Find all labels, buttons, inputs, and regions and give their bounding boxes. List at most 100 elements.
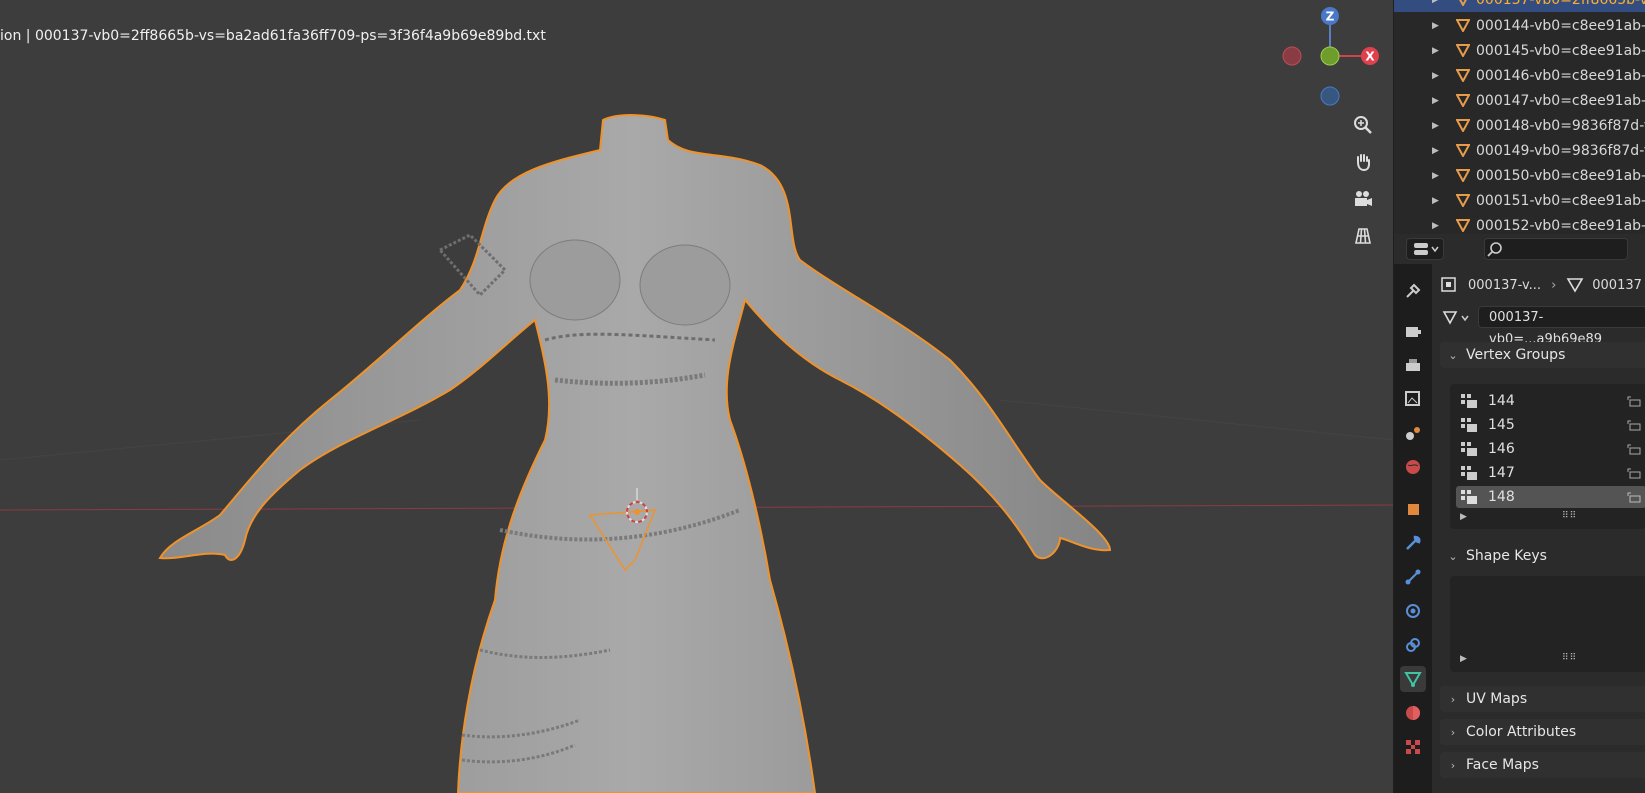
color-attributes-panel-header[interactable]: › Color Attributes <box>1440 719 1645 745</box>
properties-search-input[interactable] <box>1484 238 1628 260</box>
vertex-group-label: 147 <box>1488 465 1515 481</box>
outliner-row[interactable]: ▶ 000147-vb0=c8ee91ab-vs <box>1394 89 1645 113</box>
scene-icon[interactable] <box>1400 420 1426 446</box>
list-resize-grip-icon[interactable]: ⠿⠿ <box>1562 511 1577 521</box>
outliner-row[interactable]: ▶ 000151-vb0=c8ee91ab-vs <box>1394 189 1645 213</box>
vertex-group-label: 144 <box>1488 393 1515 409</box>
vertex-group-row[interactable]: 147 <box>1456 462 1645 484</box>
mesh-data-small-icon <box>1566 278 1584 293</box>
render-icon[interactable] <box>1400 318 1426 344</box>
properties-header <box>1394 234 1645 264</box>
outliner-row-label: 000152-vb0=c8ee91ab-vs <box>1476 218 1645 234</box>
vertex-group-label: 145 <box>1488 417 1515 433</box>
lock-icon[interactable] <box>1626 395 1642 407</box>
expand-arrow-icon[interactable]: ▶ <box>1432 21 1439 31</box>
expand-arrow-icon[interactable]: ▶ <box>1432 171 1439 181</box>
chevron-right-icon: › <box>1450 758 1456 772</box>
vertex-group-label: 146 <box>1488 441 1515 457</box>
editor-type-dropdown[interactable] <box>1406 238 1444 260</box>
camera-icon[interactable] <box>1348 184 1378 214</box>
expand-arrow-icon[interactable]: ▶ <box>1432 71 1439 81</box>
uv-maps-title: UV Maps <box>1466 691 1528 707</box>
lock-icon[interactable] <box>1626 467 1642 479</box>
view-layer-icon[interactable] <box>1400 386 1426 412</box>
gizmo-z-label: Z <box>1326 10 1335 24</box>
gizmo-x-label: X <box>1365 50 1375 64</box>
color-attributes-title: Color Attributes <box>1466 724 1577 740</box>
material-icon[interactable] <box>1400 700 1426 726</box>
particles-icon[interactable] <box>1400 564 1426 590</box>
vertex-groups-list[interactable]: 144 145 146 147 148 ▶ ⠿⠿ <box>1450 384 1645 529</box>
shape-keys-list[interactable]: ▶ ⠿⠿ <box>1450 576 1645 672</box>
outliner-row[interactable]: ▶ 000148-vb0=9836f87d-vs <box>1394 114 1645 138</box>
constraints-icon[interactable] <box>1400 632 1426 658</box>
uv-maps-panel-header[interactable]: › UV Maps <box>1440 686 1645 712</box>
lock-icon[interactable] <box>1626 419 1642 431</box>
list-expand-arrow-icon[interactable]: ▶ <box>1460 654 1467 664</box>
3d-viewport[interactable]: Z X ion | 000137-vb0=2ff8665b-vs=ba2ad61… <box>0 0 1393 793</box>
mesh-triangle-icon <box>1459 0 1467 6</box>
breadcrumb-object[interactable]: 000137-v... <box>1468 278 1541 293</box>
vertex-groups-panel-header[interactable]: ⌄ Vertex Groups <box>1440 342 1645 368</box>
vertex-groups-title: Vertex Groups <box>1466 347 1566 363</box>
vertex-group-icon <box>1461 490 1477 504</box>
texture-icon[interactable] <box>1400 734 1426 760</box>
outliner-row[interactable]: ▶ 000144-vb0=c8ee91ab-vs <box>1394 14 1645 38</box>
vertex-group-row[interactable]: 146 <box>1456 438 1645 460</box>
expand-arrow-icon[interactable]: ▶ <box>1432 96 1439 106</box>
vertex-group-row[interactable]: 145 <box>1456 414 1645 436</box>
list-resize-grip-icon[interactable]: ⠿⠿ <box>1562 653 1577 663</box>
outliner-row-label: 000151-vb0=c8ee91ab-vs <box>1476 193 1645 209</box>
zoom-icon[interactable] <box>1348 110 1378 140</box>
list-expand-arrow-icon[interactable]: ▶ <box>1460 512 1467 522</box>
shape-keys-panel-header[interactable]: ⌄ Shape Keys <box>1440 543 1645 569</box>
outliner-row-label: 000147-vb0=c8ee91ab-vs <box>1476 93 1645 109</box>
object-icon[interactable] <box>1400 496 1426 522</box>
mesh-triangle-icon <box>1456 19 1470 32</box>
mesh-browse-button[interactable] <box>1440 306 1476 330</box>
physics-icon[interactable] <box>1400 598 1426 624</box>
world-icon[interactable] <box>1400 454 1426 480</box>
mesh-triangle-icon <box>1456 69 1470 82</box>
face-maps-title: Face Maps <box>1466 757 1539 773</box>
outliner-panel[interactable]: ▶ 000137-vb0=2ff8665b-vs ▶ 000144-vb0=c8… <box>1393 0 1645 234</box>
mesh-data-icon[interactable] <box>1400 666 1426 692</box>
outliner-row[interactable]: ▶ 000150-vb0=c8ee91ab-vs <box>1394 164 1645 188</box>
expand-arrow-icon[interactable]: ▶ <box>1432 146 1439 156</box>
mesh-name-field[interactable]: 000137-vb0=...a9b69e89 <box>1478 306 1645 347</box>
outliner-row[interactable]: ▶ 000137-vb0=2ff8665b-vs <box>1394 0 1645 12</box>
output-icon[interactable] <box>1400 352 1426 378</box>
outliner-row[interactable]: ▶ 000152-vb0=c8ee91ab-vs <box>1394 214 1645 234</box>
outliner-row-label: 000137-vb0=2ff8665b-vs <box>1476 0 1645 8</box>
chevron-down-icon: ⌄ <box>1448 348 1458 362</box>
outliner-row[interactable]: ▶ 000149-vb0=9836f87d-vs <box>1394 139 1645 163</box>
breadcrumb-mesh[interactable]: 000137 <box>1592 278 1642 293</box>
properties-editor[interactable]: 000137-v... › 000137 000137-vb0=...a9b69… <box>1393 234 1645 793</box>
mesh-triangle-icon <box>1456 219 1470 232</box>
properties-tab-column <box>1394 234 1432 793</box>
mesh-triangle-icon <box>1456 44 1470 57</box>
face-maps-panel-header[interactable]: › Face Maps <box>1440 752 1645 778</box>
vertex-group-row-selected[interactable]: 148 <box>1456 486 1645 508</box>
chevron-down-icon: ⌄ <box>1448 549 1458 563</box>
modifier-icon[interactable] <box>1400 530 1426 556</box>
lock-icon[interactable] <box>1626 443 1642 455</box>
vertex-group-row[interactable]: 144 <box>1456 390 1645 412</box>
outliner-row[interactable]: ▶ 000146-vb0=c8ee91ab-vs <box>1394 64 1645 88</box>
viewport-file-title: ion | 000137-vb0=2ff8665b-vs=ba2ad61fa36… <box>0 28 546 44</box>
expand-arrow-icon[interactable]: ▶ <box>1432 0 1439 5</box>
expand-arrow-icon[interactable]: ▶ <box>1432 221 1439 231</box>
mesh-triangle-icon <box>1456 194 1470 207</box>
expand-arrow-icon[interactable]: ▶ <box>1432 121 1439 131</box>
chevron-right-icon: › <box>1450 725 1456 739</box>
viewport-scene: Z X <box>0 7 1393 793</box>
expand-arrow-icon[interactable]: ▶ <box>1432 196 1439 206</box>
hand-pan-icon[interactable] <box>1348 147 1378 177</box>
perspective-grid-icon[interactable] <box>1348 221 1378 251</box>
shape-keys-title: Shape Keys <box>1466 548 1547 564</box>
expand-arrow-icon[interactable]: ▶ <box>1432 46 1439 56</box>
tool-icon[interactable] <box>1400 278 1426 304</box>
outliner-row[interactable]: ▶ 000145-vb0=c8ee91ab-vs <box>1394 39 1645 63</box>
lock-icon[interactable] <box>1626 491 1642 503</box>
vertex-group-label: 148 <box>1488 489 1515 505</box>
